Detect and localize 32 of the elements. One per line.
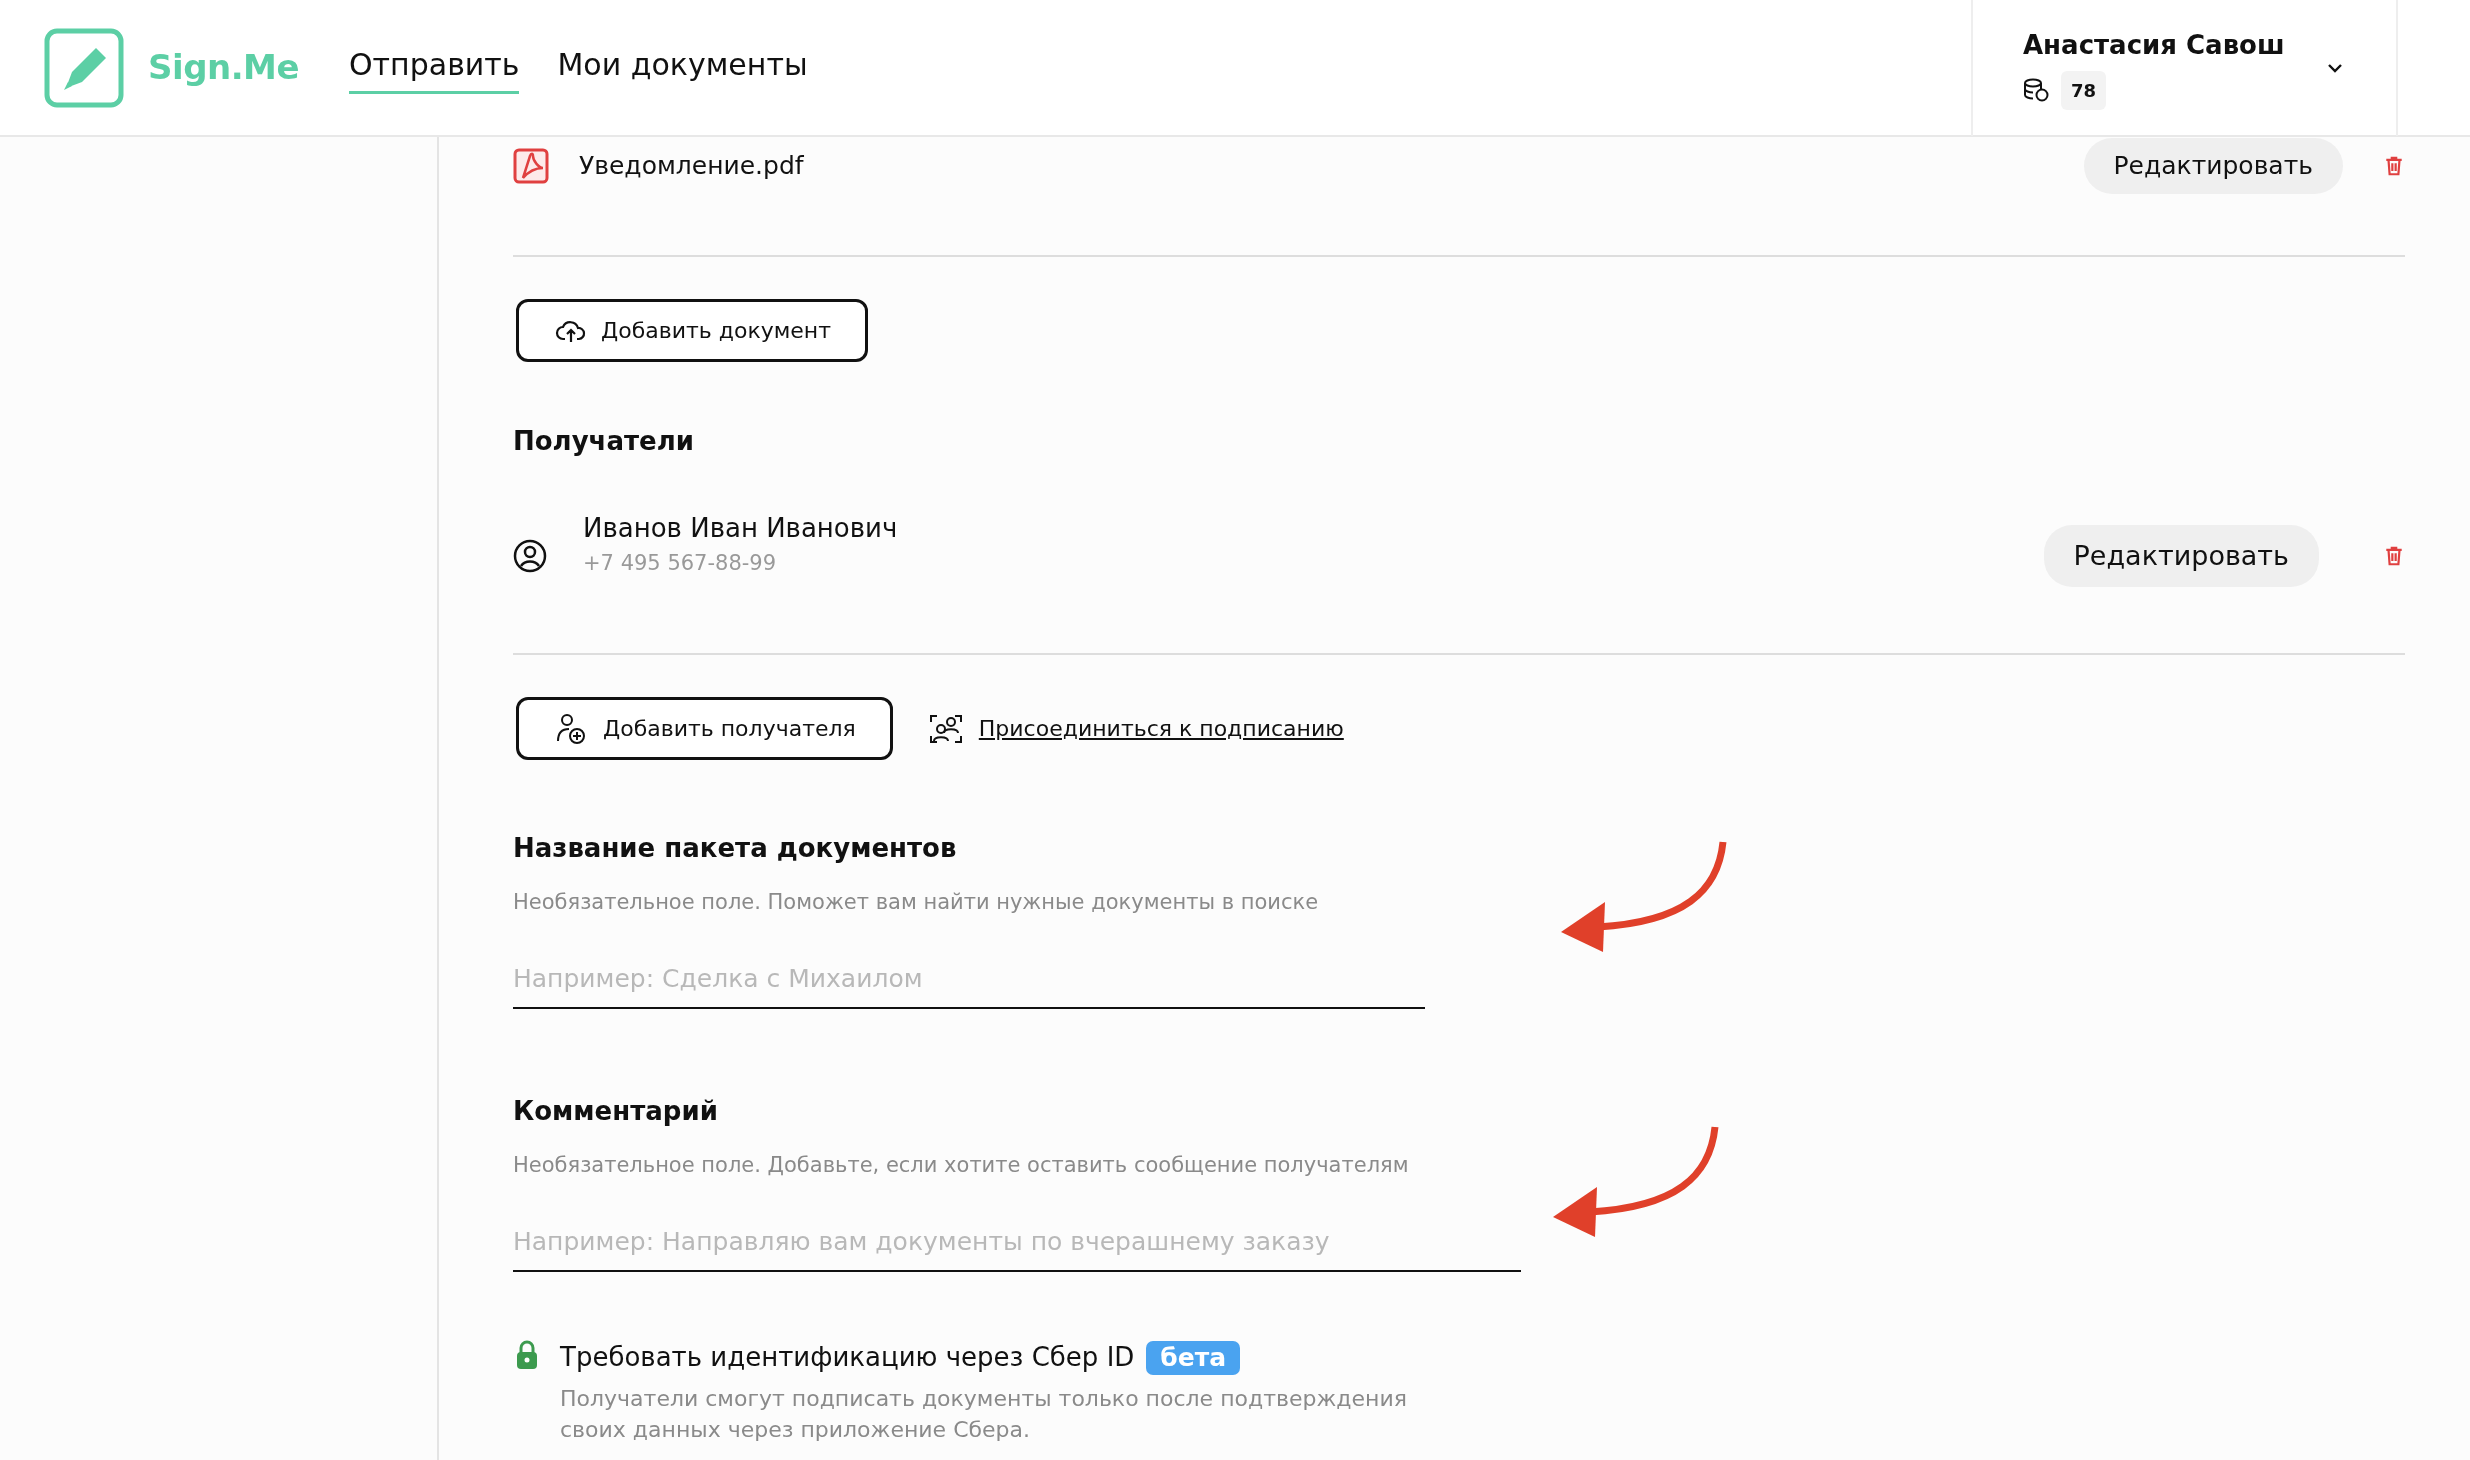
user-name: Анастасия Савош xyxy=(2023,28,2285,62)
chevron-down-icon[interactable] xyxy=(2326,61,2344,74)
logo-icon xyxy=(44,27,124,108)
field-label: Комментарий xyxy=(513,1095,719,1128)
option-description: Получатели смогут подписать документы только после подтверждения своих данных через приложение Сбера. xyxy=(560,1385,1408,1444)
section-heading: Получатели xyxy=(513,425,695,458)
edit-button[interactable]: Редактировать xyxy=(2043,525,2319,587)
field-hint: Необязательное поле. Добавьте, если хотите оставить сообщение получателям xyxy=(513,1152,1410,1179)
add-document-button[interactable]: Добавить документ xyxy=(516,299,869,362)
users-frame-icon xyxy=(928,712,963,745)
join-signing-link[interactable]: Присоединиться к подписанию xyxy=(978,712,1344,745)
nav-tab[interactable]: Мои документы xyxy=(557,41,808,94)
lock-icon xyxy=(516,1340,538,1370)
recipient-name: Иванов Иван Иванович xyxy=(583,511,898,545)
trash-icon[interactable] xyxy=(2383,154,2405,178)
edit-button[interactable]: Редактировать xyxy=(2083,138,2343,194)
field-label: Название пакета документов xyxy=(513,832,958,865)
file-name: Уведомление.pdf xyxy=(579,150,804,183)
coins-icon xyxy=(2023,78,2049,102)
nav-tab[interactable]: Отправить xyxy=(349,41,520,94)
add-recipient-button[interactable]: Добавить получателя xyxy=(516,697,893,760)
beta-tag: бета xyxy=(1146,1340,1241,1375)
text-field[interactable]: Например: Сделка с Михаилом xyxy=(513,949,1425,1009)
user-circle-icon xyxy=(513,539,547,573)
balance-count: 78 xyxy=(2061,70,2107,110)
text-field[interactable]: Например: Направляю вам документы по вчерашнему заказу xyxy=(513,1212,1521,1272)
option-title: Требовать идентификацию через Сбер ID xyxy=(560,1341,1135,1374)
pdf-file-icon xyxy=(513,148,549,184)
field-hint: Необязательное поле. Поможет вам найти нужные документы в поиске xyxy=(513,889,1320,916)
logo-text: Sign.Me xyxy=(148,46,299,89)
trash-icon[interactable] xyxy=(2383,544,2405,568)
recipient-phone: +7 495 567-88-99 xyxy=(583,549,778,577)
